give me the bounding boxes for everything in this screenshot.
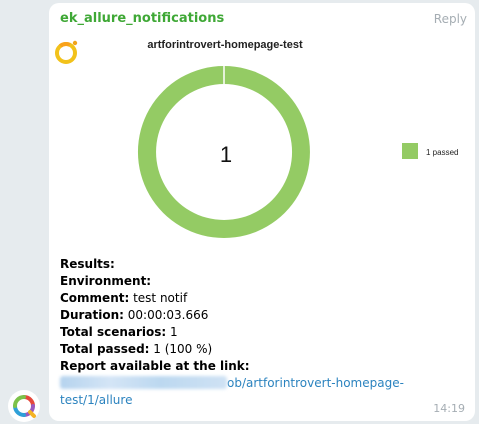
message-text: Results: Environment: Comment: test noti… bbox=[60, 256, 440, 409]
bot-avatar[interactable] bbox=[8, 390, 40, 422]
report-link-continued[interactable]: test/1/allure bbox=[60, 392, 440, 409]
report-chart-image[interactable]: artforintrovert-homepage-test 1 1 passed bbox=[49, 33, 475, 243]
comment-label: Comment: bbox=[60, 291, 130, 305]
report-link-text-part1[interactable]: ob/artforintrovert-homepage- bbox=[227, 376, 404, 390]
chart-title: artforintrovert-homepage-test bbox=[147, 39, 303, 51]
allure-logo-icon bbox=[13, 395, 36, 418]
sender-name[interactable]: ek_allure_notifications bbox=[60, 11, 224, 26]
chart-center-value: 1 bbox=[220, 142, 232, 167]
redacted-link-host[interactable] bbox=[60, 376, 227, 389]
comment-line: Comment: test notif bbox=[60, 290, 440, 307]
duration-label: Duration: bbox=[60, 308, 124, 322]
total-passed-line: Total passed: 1 (100 %) bbox=[60, 341, 440, 358]
message-bubble: ek_allure_notifications Reply artforintr… bbox=[49, 3, 475, 421]
allure-logo-icon bbox=[55, 40, 78, 64]
legend-swatch-passed bbox=[402, 143, 418, 159]
total-scenarios-label: Total scenarios: bbox=[60, 325, 167, 339]
results-heading: Results: bbox=[60, 257, 115, 271]
legend-label-passed: 1 passed bbox=[426, 148, 458, 157]
report-chart-svg: artforintrovert-homepage-test 1 1 passed bbox=[55, 39, 458, 238]
duration-line: Duration: 00:00:03.666 bbox=[60, 307, 440, 324]
chat-area: ek_allure_notifications Reply artforintr… bbox=[0, 0, 479, 424]
environment-heading: Environment: bbox=[60, 274, 152, 288]
report-link-text-part2[interactable]: test/1/allure bbox=[60, 393, 132, 407]
total-scenarios-line: Total scenarios: 1 bbox=[60, 324, 440, 341]
duration-value: 00:00:03.666 bbox=[123, 308, 209, 322]
report-link[interactable]: ob/artforintrovert-homepage- bbox=[60, 375, 440, 392]
total-passed-label: Total passed: bbox=[60, 342, 150, 356]
total-passed-value: 1 (100 %) bbox=[149, 342, 213, 356]
report-link-label: Report available at the link: bbox=[60, 359, 250, 373]
comment-value: test notif bbox=[129, 291, 188, 305]
reply-button[interactable]: Reply bbox=[434, 12, 467, 26]
message-timestamp: 14:19 bbox=[433, 402, 465, 415]
total-scenarios-value: 1 bbox=[166, 325, 178, 339]
